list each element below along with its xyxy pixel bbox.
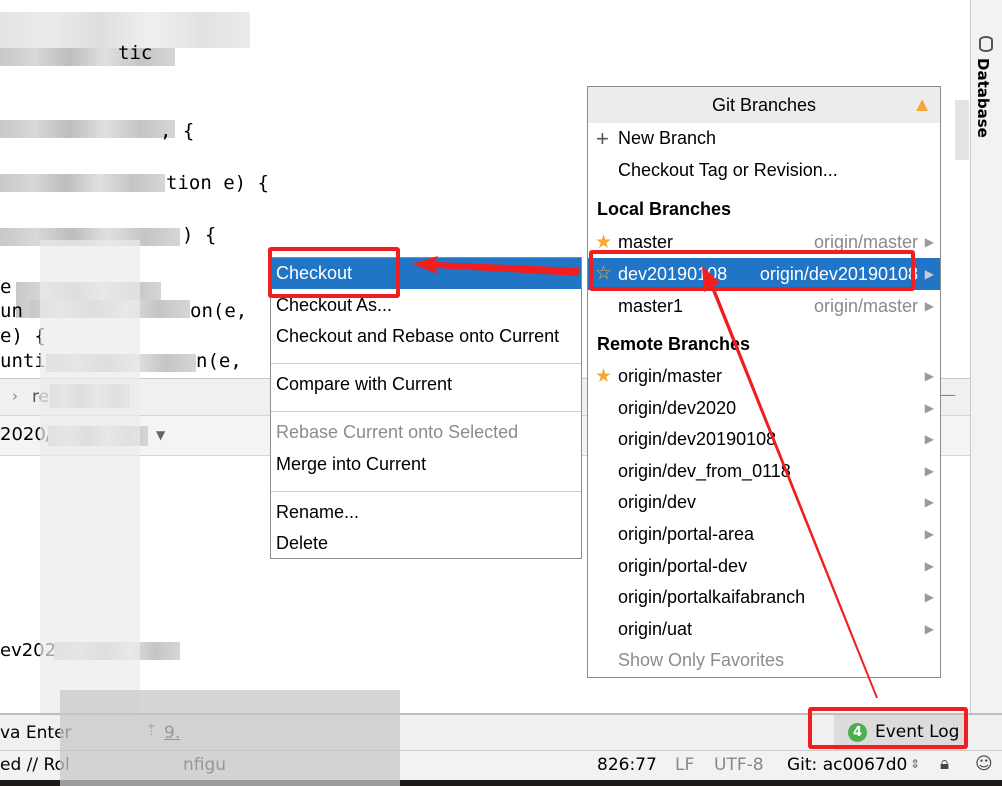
annotation-arrow-up [702, 266, 878, 698]
annotation-arrow-left [412, 256, 580, 276]
annotation-arrows [412, 256, 878, 698]
